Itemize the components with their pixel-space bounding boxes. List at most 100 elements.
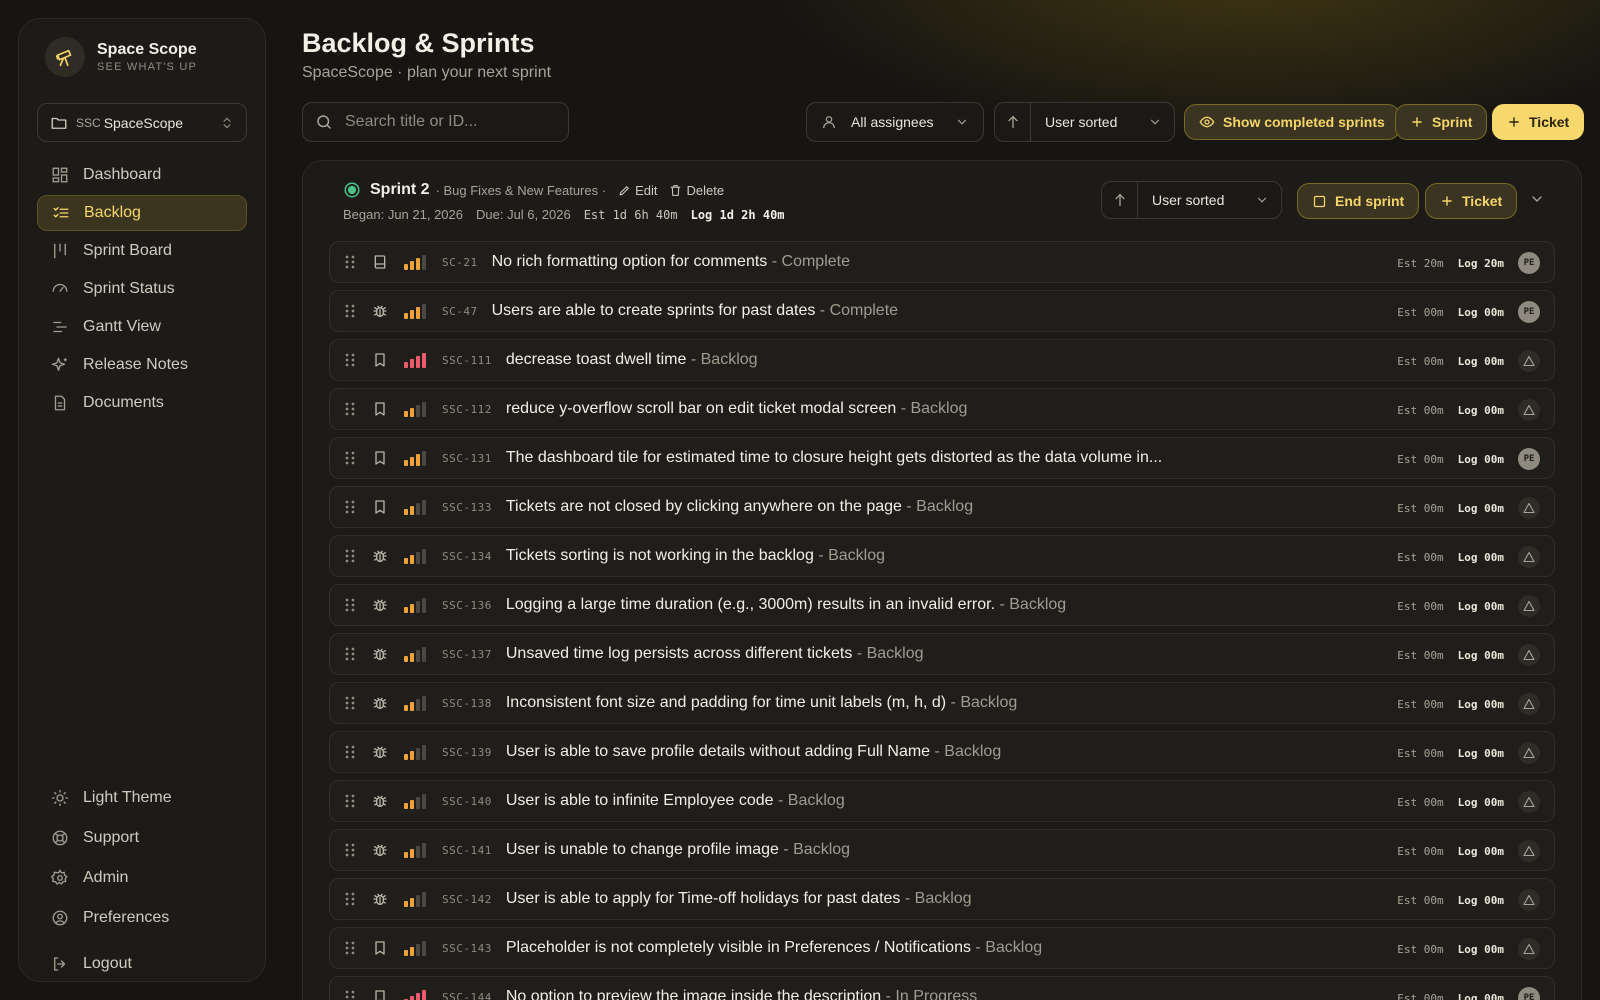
ticket-title-line[interactable]: Users are able to create sprints for pas… [492, 302, 898, 320]
drag-handle-icon[interactable] [344, 842, 360, 858]
search-input[interactable] [345, 113, 545, 131]
ticket-title-line[interactable]: reduce y-overflow scroll bar on edit tic… [506, 400, 968, 418]
avatar[interactable]: PE [1518, 987, 1540, 1000]
add-sprint-button[interactable]: Sprint [1395, 104, 1488, 140]
ticket-row[interactable]: SSC-142 User is able to apply for Time-o… [329, 878, 1555, 920]
nav-logout[interactable]: Logout [37, 945, 247, 983]
sort-select[interactable]: User sorted [1031, 114, 1174, 130]
ticket-row[interactable]: SC-47 Users are able to create sprints f… [329, 290, 1555, 332]
assignee-filter[interactable]: All assignees [806, 102, 984, 142]
drag-handle-icon[interactable] [344, 695, 360, 711]
show-completed-sprints-button[interactable]: Show completed sprints [1184, 104, 1400, 140]
ticket-row[interactable]: SSC-131 The dashboard tile for estimated… [329, 437, 1555, 479]
ticket-row[interactable]: SSC-133 Tickets are not closed by clicki… [329, 486, 1555, 528]
ticket-title-line[interactable]: Tickets are not closed by clicking anywh… [506, 498, 973, 516]
ticket-status: - In Progress [885, 988, 978, 1000]
sprint-header: Sprint 2 · Bug Fixes & New Features · Ed… [343, 181, 798, 222]
sprint-add-ticket-button[interactable]: Ticket [1425, 183, 1518, 219]
nav-sprint-status-label: Sprint Status [83, 280, 175, 297]
avatar[interactable]: PE [1518, 252, 1540, 274]
brand[interactable]: Space Scope SEE WHAT'S UP [45, 37, 197, 77]
unassigned-warning-icon[interactable] [1518, 350, 1540, 372]
nav-sprint-board[interactable]: Sprint Board [37, 233, 247, 269]
ticket-row[interactable]: SSC-134 Tickets sorting is not working i… [329, 535, 1555, 577]
ticket-title-line[interactable]: Logging a large time duration (e.g., 300… [506, 596, 1066, 614]
ticket-title-line[interactable]: User is able to save profile details wit… [506, 743, 1001, 761]
ticket-id: SSC-142 [442, 892, 492, 906]
ticket-title-line[interactable]: Unsaved time log persists across differe… [506, 645, 924, 663]
end-sprint-button[interactable]: End sprint [1297, 183, 1420, 219]
unassigned-warning-icon[interactable] [1518, 889, 1540, 911]
drag-handle-icon[interactable] [344, 989, 360, 1000]
unassigned-warning-icon[interactable] [1518, 791, 1540, 813]
drag-handle-icon[interactable] [344, 450, 360, 466]
priority-indicator [404, 744, 430, 760]
ticket-row[interactable]: SSC-137 Unsaved time log persists across… [329, 633, 1555, 675]
drag-handle-icon[interactable] [344, 891, 360, 907]
ticket-title-line[interactable]: Inconsistent font size and padding for t… [506, 694, 1017, 712]
drag-handle-icon[interactable] [344, 401, 360, 417]
drag-handle-icon[interactable] [344, 646, 360, 662]
nav-dashboard[interactable]: Dashboard [37, 157, 247, 193]
ticket-title-line[interactable]: User is able to infinite Employee code -… [506, 792, 845, 810]
ticket-title-line[interactable]: Tickets sorting is not working in the ba… [506, 547, 885, 565]
drag-handle-icon[interactable] [344, 744, 360, 760]
ticket-title-line[interactable]: decrease toast dwell time - Backlog [506, 351, 758, 369]
collapse-sprint-button[interactable] [1529, 191, 1545, 207]
ticket-row[interactable]: SSC-144 No option to preview the image i… [329, 976, 1555, 1000]
delete-sprint-button[interactable]: Delete [669, 183, 724, 198]
sort-direction-button[interactable] [995, 103, 1031, 141]
drag-handle-icon[interactable] [344, 548, 360, 564]
ticket-title-line[interactable]: Placeholder is not completely visible in… [506, 939, 1042, 957]
unassigned-warning-icon[interactable] [1518, 546, 1540, 568]
ticket-title-line[interactable]: User is unable to change profile image -… [506, 841, 850, 859]
ticket-title-line[interactable]: No rich formatting option for comments -… [492, 253, 850, 271]
nav-light-theme[interactable]: Light Theme [37, 779, 247, 817]
nav-backlog[interactable]: Backlog [37, 195, 247, 231]
unassigned-warning-icon[interactable] [1518, 938, 1540, 960]
ticket-time: Est 00m Log 00m PE [1397, 438, 1540, 480]
ticket-title-line[interactable]: No option to preview the image inside th… [506, 988, 977, 1000]
unassigned-warning-icon[interactable] [1518, 497, 1540, 519]
drag-handle-icon[interactable] [344, 793, 360, 809]
drag-handle-icon[interactable] [344, 597, 360, 613]
avatar[interactable]: PE [1518, 448, 1540, 470]
ticket-title-line[interactable]: User is able to apply for Time-off holid… [506, 890, 972, 908]
ticket-row[interactable]: SC-21 No rich formatting option for comm… [329, 241, 1555, 283]
add-ticket-button[interactable]: Ticket [1492, 104, 1585, 140]
ticket-row[interactable]: SSC-112 reduce y-overflow scroll bar on … [329, 388, 1555, 430]
drag-handle-icon[interactable] [344, 940, 360, 956]
ticket-row[interactable]: SSC-136 Logging a large time duration (e… [329, 584, 1555, 626]
unassigned-warning-icon[interactable] [1518, 840, 1540, 862]
nav-sprint-status[interactable]: Sprint Status [37, 271, 247, 307]
drag-handle-icon[interactable] [344, 254, 360, 270]
drag-handle-icon[interactable] [344, 499, 360, 515]
unassigned-warning-icon[interactable] [1518, 742, 1540, 764]
nav-documents-label: Documents [83, 394, 164, 411]
nav-gantt-view[interactable]: Gantt View [37, 309, 247, 345]
nav-documents[interactable]: Documents [37, 385, 247, 421]
nav-admin[interactable]: Admin [37, 859, 247, 897]
ticket-row[interactable]: SSC-140 User is able to infinite Employe… [329, 780, 1555, 822]
priority-bar [416, 356, 420, 368]
edit-sprint-button[interactable]: Edit [618, 183, 657, 198]
nav-preferences[interactable]: Preferences [37, 899, 247, 937]
workspace-selector[interactable]: SSC SpaceScope [37, 103, 247, 142]
drag-handle-icon[interactable] [344, 303, 360, 319]
avatar[interactable]: PE [1518, 301, 1540, 323]
drag-handle-icon[interactable] [344, 352, 360, 368]
sprint-sort-direction-button[interactable] [1102, 182, 1138, 218]
nav-release-notes[interactable]: Release Notes [37, 347, 247, 383]
unassigned-warning-icon[interactable] [1518, 693, 1540, 715]
ticket-title-line[interactable]: The dashboard tile for estimated time to… [506, 449, 1162, 467]
ticket-row[interactable]: SSC-143 Placeholder is not completely vi… [329, 927, 1555, 969]
unassigned-warning-icon[interactable] [1518, 644, 1540, 666]
ticket-row[interactable]: SSC-141 User is unable to change profile… [329, 829, 1555, 871]
ticket-row[interactable]: SSC-111 decrease toast dwell time - Back… [329, 339, 1555, 381]
unassigned-warning-icon[interactable] [1518, 595, 1540, 617]
sprint-sort-select[interactable]: User sorted [1138, 192, 1281, 208]
unassigned-warning-icon[interactable] [1518, 399, 1540, 421]
nav-support[interactable]: Support [37, 819, 247, 857]
ticket-row[interactable]: SSC-138 Inconsistent font size and paddi… [329, 682, 1555, 724]
ticket-row[interactable]: SSC-139 User is able to save profile det… [329, 731, 1555, 773]
